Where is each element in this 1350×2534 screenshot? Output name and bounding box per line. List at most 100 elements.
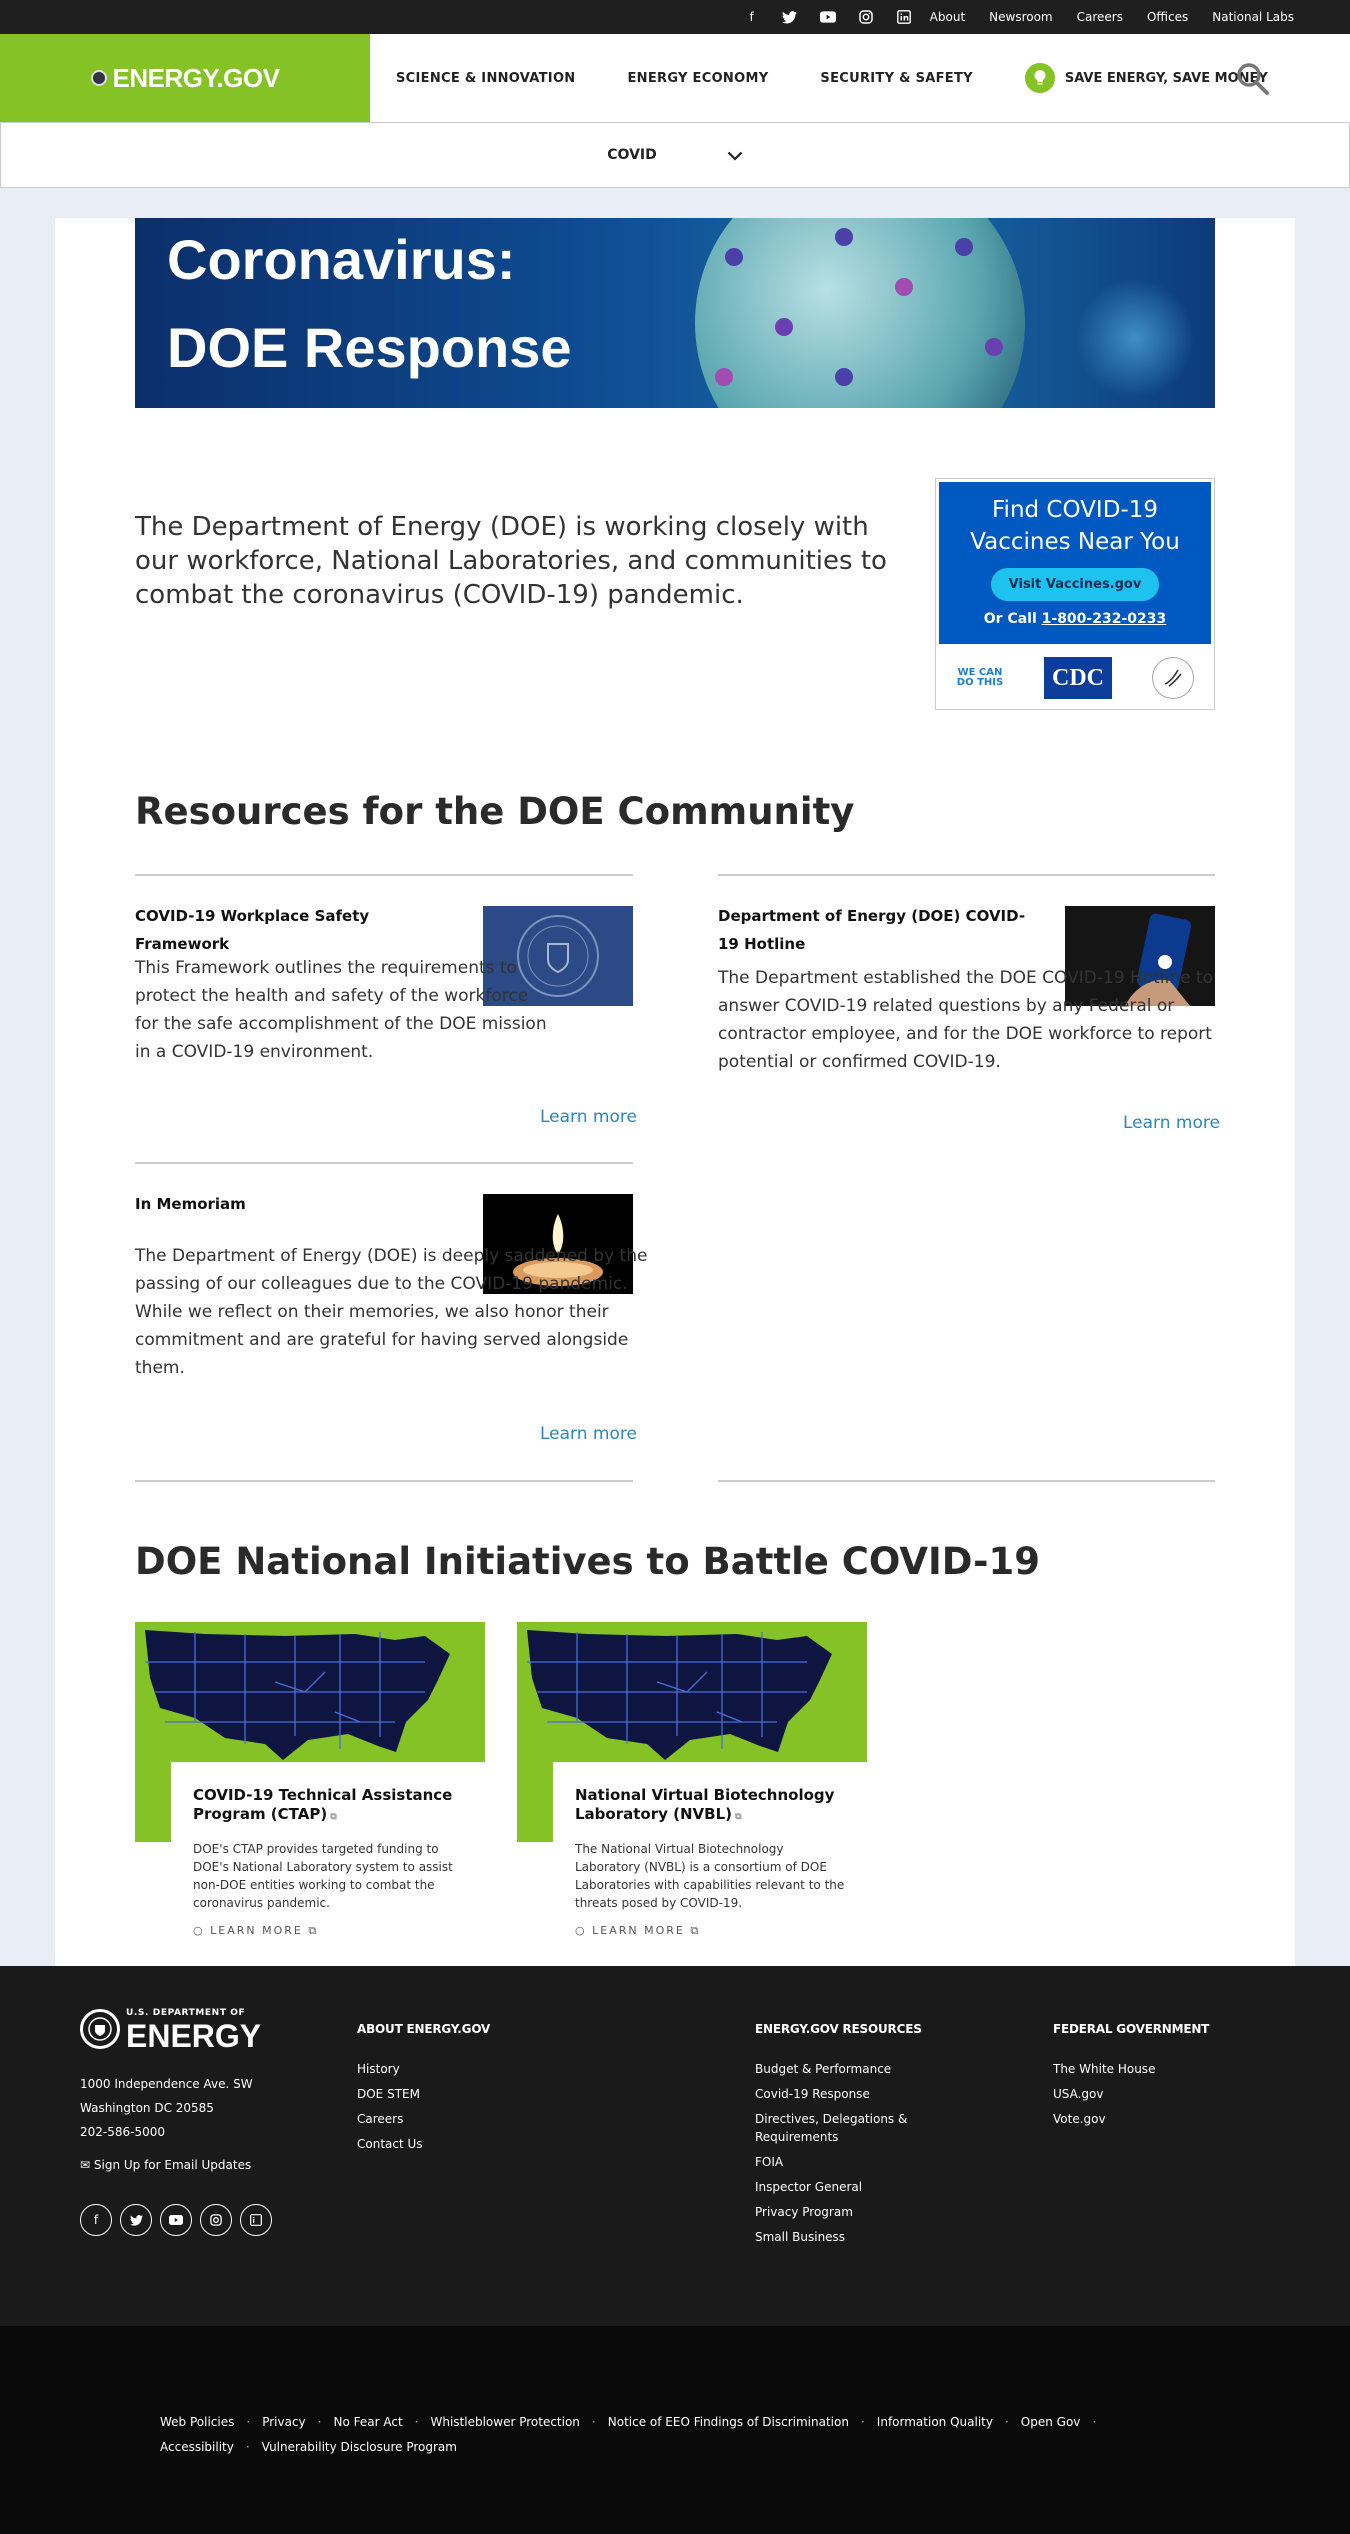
divider: [718, 874, 1215, 876]
site-logo[interactable]: ENERGY.GOV: [0, 34, 370, 122]
cdc-logo: CDC: [1044, 657, 1112, 699]
nav-menu: SCIENCE & INNOVATION ENERGY ECONOMY SECU…: [370, 34, 999, 122]
initiative-learn-more[interactable]: ○ LEARN MORE ⧉: [575, 1924, 700, 1938]
footer-col-resources: ENERGY.GOV RESOURCES Budget & Performanc…: [755, 2022, 935, 2253]
site-logo-text: ENERGY.GOV: [112, 62, 280, 93]
footer-link[interactable]: History: [357, 2060, 490, 2078]
footer-col-federal: FEDERAL GOVERNMENT The White House USA.g…: [1053, 2022, 1209, 2135]
vaccine-promo-title: Find COVID-19 Vaccines Near You: [970, 497, 1180, 555]
accent-bar: [517, 1762, 553, 1842]
utility-link-offices[interactable]: Offices: [1147, 10, 1188, 24]
nav-item-energy-economy[interactable]: ENERGY ECONOMY: [627, 71, 768, 86]
nav-item-science-innovation[interactable]: SCIENCE & INNOVATION: [396, 71, 575, 86]
utility-bar: f About Newsroom Careers Offices Nationa…: [0, 0, 1350, 34]
external-link-icon: ⧉: [684, 1924, 701, 1937]
initiative-card[interactable]: COVID-19 Technical Assistance Program (C…: [135, 1622, 485, 1942]
accent-bar: [135, 1762, 171, 1842]
legal-link[interactable]: Privacy: [262, 2415, 305, 2429]
external-link-icon: ⧉: [327, 1812, 337, 1822]
phone-number: 202-586-5000: [80, 2125, 166, 2139]
chevron-down-icon[interactable]: [727, 146, 743, 165]
nav-item-security-safety[interactable]: SECURITY & SAFETY: [820, 71, 972, 86]
footer-link[interactable]: DOE STEM: [357, 2085, 490, 2103]
utility-link-national-labs[interactable]: National Labs: [1212, 10, 1294, 24]
resource-card-body: The Department established the DOE COVID…: [718, 968, 1213, 1072]
resource-card-title[interactable]: COVID-19 Workplace Safety Framework: [135, 902, 455, 958]
vaccine-phone-link[interactable]: 1-800-232-0233: [1042, 611, 1167, 627]
footer-link[interactable]: Inspector General: [755, 2178, 935, 2196]
initiative-card[interactable]: National Virtual Biotechnology Laborator…: [517, 1622, 867, 1942]
footer-social: f: [80, 2204, 272, 2236]
twitter-icon[interactable]: [782, 9, 798, 25]
us-map-image: [517, 1622, 867, 1762]
intro-text: The Department of Energy (DOE) is workin…: [135, 512, 887, 610]
doe-seal-icon: [90, 70, 107, 86]
legal-link[interactable]: Accessibility: [160, 2440, 234, 2454]
footer-link[interactable]: Vote.gov: [1053, 2110, 1209, 2128]
footer-link[interactable]: The White House: [1053, 2060, 1209, 2078]
youtube-icon[interactable]: [819, 9, 836, 25]
banner-title-line1: Coronavirus:: [167, 228, 516, 291]
resource-card-body: This Framework outlines the requirements…: [135, 958, 547, 1062]
footer-logo-word: ENERGY: [126, 2018, 262, 2054]
circle-icon: ○: [193, 1924, 211, 1937]
footer-col-heading: FEDERAL GOVERNMENT: [1053, 2022, 1210, 2036]
learn-more-link[interactable]: Learn more: [540, 1424, 637, 1444]
footer-link[interactable]: USA.gov: [1053, 2085, 1209, 2103]
external-link-icon: ⧉: [731, 1812, 742, 1822]
resource-card-title[interactable]: In Memoriam: [135, 1190, 455, 1218]
instagram-icon[interactable]: [200, 2204, 232, 2236]
linkedin-icon[interactable]: [240, 2204, 272, 2236]
legal-link[interactable]: No Fear Act: [333, 2415, 402, 2429]
address-line: Washington DC 20585: [80, 2101, 214, 2115]
youtube-icon[interactable]: [160, 2204, 192, 2236]
utility-link-careers[interactable]: Careers: [1077, 10, 1123, 24]
linkedin-icon[interactable]: [896, 9, 912, 25]
hhs-logo: [1152, 657, 1194, 699]
instagram-icon[interactable]: [858, 9, 874, 25]
footer-link[interactable]: Budget & Performance: [755, 2060, 935, 2078]
footer-link[interactable]: Contact Us: [357, 2135, 490, 2153]
page: f About Newsroom Careers Offices Nationa…: [0, 0, 1350, 2534]
footer-link[interactable]: Careers: [357, 2110, 490, 2128]
utility-link-about[interactable]: About: [930, 10, 965, 24]
divider: [718, 1480, 1215, 1482]
facebook-icon[interactable]: f: [744, 9, 760, 25]
initiative-body: DOE's CTAP provides targeted funding to …: [193, 1842, 453, 1910]
learn-more-link[interactable]: Learn more: [540, 1107, 637, 1127]
initiative-learn-more[interactable]: ○ LEARN MORE ⧉: [193, 1924, 318, 1938]
footer-link[interactable]: FOIA: [755, 2153, 935, 2171]
footer-link[interactable]: Small Business: [755, 2228, 935, 2246]
facebook-icon[interactable]: f: [80, 2204, 112, 2236]
footer-link[interactable]: Covid-19 Response: [755, 2085, 935, 2103]
divider: [135, 874, 633, 876]
nav-item-save-energy[interactable]: SAVE ENERGY, SAVE MONEY: [1024, 63, 1268, 93]
legal-link[interactable]: Information Quality: [877, 2415, 993, 2429]
address-line: 1000 Independence Ave. SW: [80, 2077, 253, 2091]
footer-logo[interactable]: U.S. DEPARTMENT OF ENERGY: [80, 2006, 261, 2052]
resource-card-title[interactable]: Department of Energy (DOE) COVID-19 Hotl…: [718, 902, 1038, 958]
vaccine-promo: Find COVID-19 Vaccines Near You Visit Va…: [935, 478, 1215, 710]
initiative-body: The National Virtual Biotechnology Labor…: [575, 1842, 845, 1910]
legal-link[interactable]: Whistleblower Protection: [430, 2415, 579, 2429]
legal-link[interactable]: Notice of EEO Findings of Discrimination: [608, 2415, 849, 2429]
footer-link[interactable]: Privacy Program: [755, 2203, 935, 2221]
search-icon[interactable]: [1236, 62, 1270, 96]
resource-card-body: The Department of Energy (DOE) is deeply…: [135, 1246, 648, 1378]
section-subnav[interactable]: COVID: [0, 122, 1350, 188]
email-signup-link[interactable]: ✉ Sign Up for Email Updates: [80, 2158, 251, 2172]
footer-link[interactable]: Directives, Delegations & Requirements: [755, 2110, 935, 2146]
learn-more-link[interactable]: Learn more: [1123, 1113, 1220, 1133]
twitter-icon[interactable]: [120, 2204, 152, 2236]
visit-vaccines-button[interactable]: Visit Vaccines.gov: [990, 568, 1160, 601]
legal-link[interactable]: Vulnerability Disclosure Program: [262, 2440, 457, 2454]
legal-link[interactable]: Web Policies: [160, 2415, 234, 2429]
external-link-icon: ⧉: [302, 1924, 319, 1937]
lightbulb-icon: [1024, 63, 1055, 93]
utility-links: About Newsroom Careers Offices National …: [930, 10, 1294, 24]
legal-link[interactable]: Open Gov: [1021, 2415, 1081, 2429]
we-can-do-this-logo: WE CAN DO THIS: [956, 667, 1004, 688]
vaccine-call-line: Or Call 1-800-232-0233: [939, 611, 1211, 627]
circle-icon: ○: [575, 1924, 593, 1937]
utility-link-newsroom[interactable]: Newsroom: [989, 10, 1052, 24]
